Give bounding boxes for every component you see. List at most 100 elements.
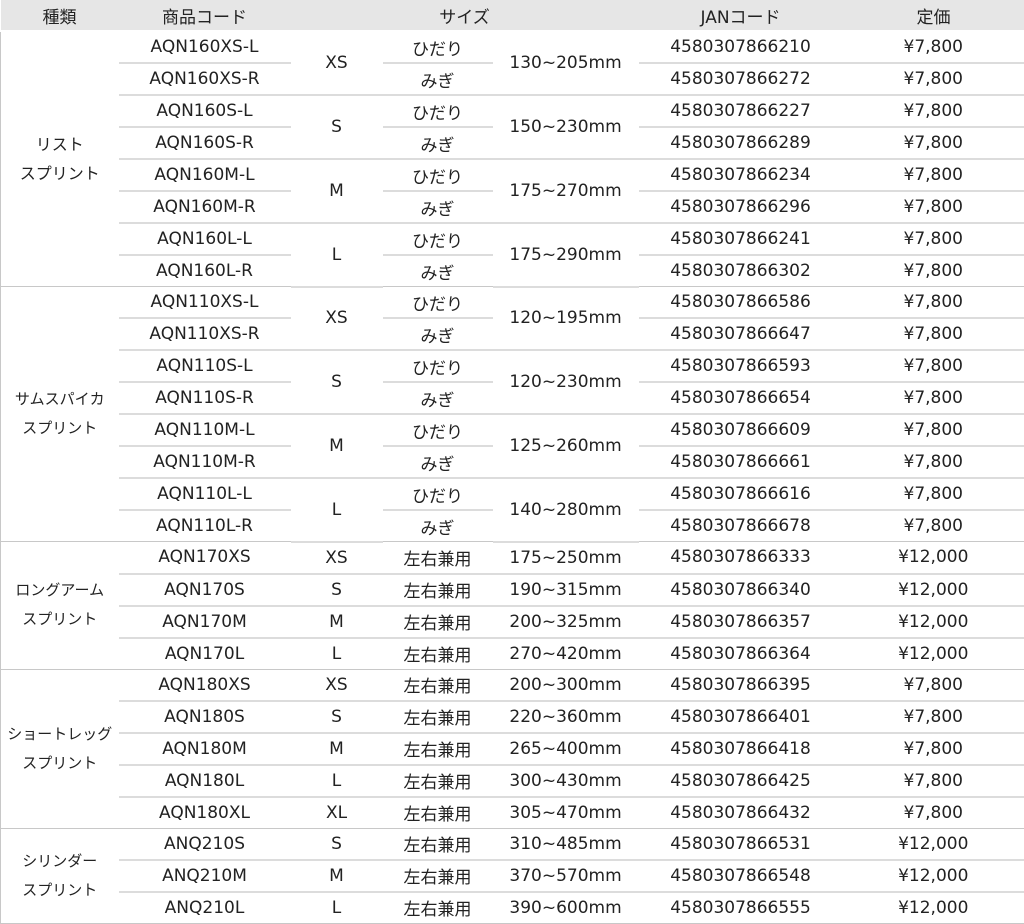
side-cell: みぎ	[383, 63, 493, 95]
side-cell: みぎ	[383, 510, 493, 542]
side-cell: 左右兼用	[383, 828, 493, 860]
jan-code-cell: 4580307866678	[639, 510, 843, 542]
size-cell: L	[291, 892, 383, 924]
price-cell: ¥7,800	[843, 318, 1024, 350]
product-code-cell: AQN160L-R	[119, 255, 291, 287]
header-price: 定価	[843, 0, 1024, 31]
side-cell: みぎ	[383, 191, 493, 223]
table-row: AQN110S-LSひだり120~230mm4580307866593¥7,80…	[1, 350, 1024, 382]
price-cell: ¥7,800	[843, 478, 1024, 510]
side-cell: みぎ	[383, 127, 493, 159]
price-cell: ¥7,800	[843, 669, 1024, 701]
size-range-cell: 370~570mm	[493, 860, 639, 892]
price-cell: ¥12,000	[843, 860, 1024, 892]
size-range-cell: 265~400mm	[493, 733, 639, 765]
jan-code-cell: 4580307866425	[639, 765, 843, 797]
size-cell: L	[291, 638, 383, 670]
price-cell: ¥7,800	[843, 733, 1024, 765]
kind-cell: ロングアームスプリント	[1, 542, 119, 670]
price-cell: ¥7,800	[843, 127, 1024, 159]
kind-label-line: スプリント	[1, 414, 119, 443]
size-range-cell: 190~315mm	[493, 574, 639, 606]
product-code-cell: AQN160XS-R	[119, 63, 291, 95]
product-code-cell: AQN180XS	[119, 669, 291, 701]
jan-code-cell: 4580307866418	[639, 733, 843, 765]
size-range-cell: 300~430mm	[493, 765, 639, 797]
size-range-cell: 270~420mm	[493, 638, 639, 670]
table-row: シリンダースプリントANQ210SS左右兼用310~485mm458030786…	[1, 828, 1024, 860]
jan-code-cell: 4580307866227	[639, 95, 843, 127]
product-code-cell: AQN170XS	[119, 542, 291, 574]
price-cell: ¥7,800	[843, 287, 1024, 319]
product-code-cell: ANQ210M	[119, 860, 291, 892]
side-cell: みぎ	[383, 382, 493, 414]
table-row: AQN170LL左右兼用270~420mm4580307866364¥12,00…	[1, 638, 1024, 670]
jan-code-cell: 4580307866616	[639, 478, 843, 510]
size-range-cell: 305~470mm	[493, 797, 639, 829]
product-code-cell: AQN180M	[119, 733, 291, 765]
jan-code-cell: 4580307866289	[639, 127, 843, 159]
jan-code-cell: 4580307866531	[639, 828, 843, 860]
table-row: AQN180LL左右兼用300~430mm4580307866425¥7,800	[1, 765, 1024, 797]
size-range-cell: 175~270mm	[493, 159, 639, 223]
jan-code-cell: 4580307866302	[639, 255, 843, 287]
side-cell: みぎ	[383, 318, 493, 350]
product-code-cell: AQN180XL	[119, 797, 291, 829]
header-jan: JANコード	[639, 0, 843, 31]
size-cell: XL	[291, 797, 383, 829]
jan-code-cell: 4580307866333	[639, 542, 843, 574]
side-cell: 左右兼用	[383, 542, 493, 574]
product-code-cell: AQN170S	[119, 574, 291, 606]
price-cell: ¥7,800	[843, 446, 1024, 478]
price-cell: ¥7,800	[843, 191, 1024, 223]
product-code-cell: AQN110XS-R	[119, 318, 291, 350]
jan-code-cell: 4580307866272	[639, 63, 843, 95]
size-range-cell: 130~205mm	[493, 31, 639, 95]
side-cell: 左右兼用	[383, 638, 493, 670]
product-code-cell: AQN170L	[119, 638, 291, 670]
table-row: ANQ210MM左右兼用370~570mm4580307866548¥12,00…	[1, 860, 1024, 892]
size-cell: M	[291, 860, 383, 892]
price-cell: ¥12,000	[843, 892, 1024, 924]
side-cell: ひだり	[383, 287, 493, 319]
price-cell: ¥7,800	[843, 701, 1024, 733]
price-cell: ¥12,000	[843, 542, 1024, 574]
table-row: AQN180MM左右兼用265~400mm4580307866418¥7,800	[1, 733, 1024, 765]
side-cell: ひだり	[383, 159, 493, 191]
price-cell: ¥12,000	[843, 574, 1024, 606]
table-row: AQN170MM左右兼用200~325mm4580307866357¥12,00…	[1, 606, 1024, 638]
product-code-cell: AQN160M-R	[119, 191, 291, 223]
table-row: ANQ210LL左右兼用390~600mm4580307866555¥12,00…	[1, 892, 1024, 924]
side-cell: ひだり	[383, 478, 493, 510]
header-size: サイズ	[291, 0, 639, 31]
size-range-cell: 150~230mm	[493, 95, 639, 159]
size-cell: S	[291, 350, 383, 414]
size-cell: M	[291, 733, 383, 765]
size-range-cell: 200~325mm	[493, 606, 639, 638]
price-cell: ¥7,800	[843, 95, 1024, 127]
kind-cell: シリンダースプリント	[1, 828, 119, 923]
price-cell: ¥12,000	[843, 638, 1024, 670]
price-cell: ¥7,800	[843, 63, 1024, 95]
size-cell: S	[291, 95, 383, 159]
table-row: AQN170SS左右兼用190~315mm4580307866340¥12,00…	[1, 574, 1024, 606]
size-range-cell: 390~600mm	[493, 892, 639, 924]
kind-label-line: スプリント	[1, 605, 119, 634]
size-cell: L	[291, 478, 383, 542]
side-cell: みぎ	[383, 446, 493, 478]
product-code-cell: AQN110M-R	[119, 446, 291, 478]
side-cell: ひだり	[383, 350, 493, 382]
price-cell: ¥7,800	[843, 31, 1024, 63]
product-code-cell: AQN180S	[119, 701, 291, 733]
size-range-cell: 120~195mm	[493, 287, 639, 351]
table-row: AQN160M-LMひだり175~270mm4580307866234¥7,80…	[1, 159, 1024, 191]
product-code-cell: AQN160L-L	[119, 223, 291, 255]
jan-code-cell: 4580307866340	[639, 574, 843, 606]
product-code-cell: AQN160XS-L	[119, 31, 291, 63]
jan-code-cell: 4580307866593	[639, 350, 843, 382]
size-cell: L	[291, 223, 383, 287]
size-cell: S	[291, 828, 383, 860]
side-cell: 左右兼用	[383, 606, 493, 638]
table-row: リストスプリントAQN160XS-LXSひだり130~205mm45803078…	[1, 31, 1024, 63]
table-row: ショートレッグスプリントAQN180XSXS左右兼用200~300mm45803…	[1, 669, 1024, 701]
